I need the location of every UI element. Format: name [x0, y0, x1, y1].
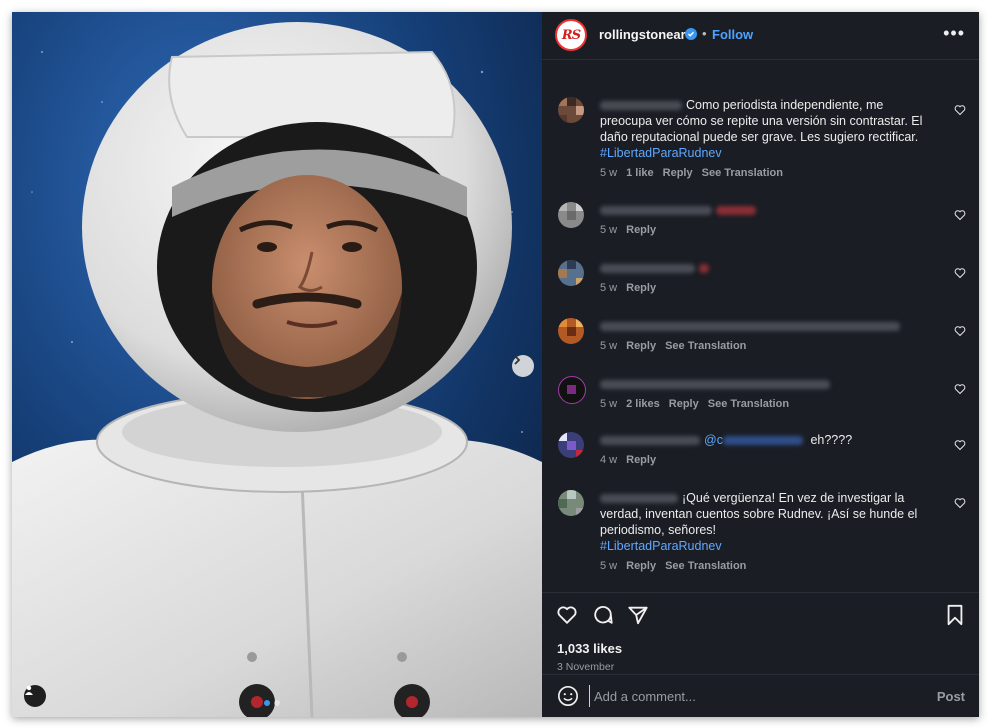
- comment-meta: 5 w Reply: [600, 224, 656, 236]
- post-header: RS rollingstonear • Follow •••: [542, 12, 979, 60]
- commenter-avatar[interactable]: [558, 260, 584, 286]
- carousel-indicator: [264, 700, 280, 706]
- comment-input[interactable]: [589, 685, 914, 707]
- verified-icon: [685, 28, 697, 40]
- separator-dot: •: [702, 26, 707, 41]
- blurred-text: [716, 206, 756, 216]
- see-translation-button[interactable]: See Translation: [665, 340, 746, 352]
- emoji-icon[interactable]: [557, 685, 579, 707]
- tagged-users-button[interactable]: [24, 685, 46, 707]
- reply-button[interactable]: Reply: [626, 224, 656, 236]
- see-translation-button[interactable]: See Translation: [708, 398, 789, 410]
- comment-text-block: [600, 260, 930, 276]
- comment-meta: 5 w Reply: [600, 282, 656, 294]
- comment-like-heart-icon[interactable]: [954, 439, 966, 451]
- comment-meta: 5 w Reply See Translation: [600, 340, 746, 352]
- reply-button[interactable]: Reply: [626, 454, 656, 466]
- carousel-dot: [264, 700, 270, 706]
- commenter-avatar[interactable]: [558, 97, 584, 123]
- post-side-panel: RS rollingstonear • Follow ••• Como peri…: [542, 12, 979, 717]
- heart-icon[interactable]: [556, 604, 578, 626]
- blurred-username: [600, 436, 700, 446]
- comment-time: 4 w: [600, 454, 618, 466]
- blurred-emoji: [699, 264, 709, 274]
- comment-like-heart-icon[interactable]: [954, 497, 966, 509]
- comment-time: 5 w: [600, 282, 618, 294]
- post-modal: RS rollingstonear • Follow ••• Como peri…: [12, 12, 979, 717]
- reply-button[interactable]: Reply: [626, 560, 656, 572]
- comment-icon[interactable]: [592, 604, 614, 626]
- comment-time: 5 w: [600, 398, 618, 410]
- blurred-comment: [600, 322, 900, 332]
- commenter-avatar[interactable]: [558, 376, 586, 404]
- blurred-mention: [722, 436, 803, 446]
- blurred-comment: [600, 380, 830, 390]
- comment-meta: 5 w 2 likes Reply See Translation: [600, 398, 789, 410]
- see-translation-button[interactable]: See Translation: [665, 560, 746, 572]
- post-photo[interactable]: [12, 12, 542, 717]
- comment-time: 5 w: [600, 224, 618, 236]
- post-date: 3 November: [557, 661, 615, 673]
- comment-meta: 4 w Reply: [600, 454, 656, 466]
- next-photo-button[interactable]: [512, 355, 534, 377]
- blurred-username: [600, 494, 678, 504]
- chevron-right-icon: [514, 355, 521, 365]
- reply-button[interactable]: Reply: [626, 282, 656, 294]
- comment-like-heart-icon[interactable]: [954, 325, 966, 337]
- account-avatar[interactable]: RS: [555, 19, 587, 51]
- comment-like-heart-icon[interactable]: [954, 383, 966, 395]
- follow-button[interactable]: Follow: [712, 27, 753, 42]
- reply-button[interactable]: Reply: [669, 398, 699, 410]
- mention-link[interactable]: @c: [704, 433, 723, 447]
- comment-likes[interactable]: 1 like: [626, 167, 654, 179]
- comment-time: 5 w: [600, 340, 618, 352]
- comment-time: 5 w: [600, 560, 618, 572]
- add-comment-bar: Post: [542, 674, 979, 717]
- blurred-username: [600, 264, 695, 274]
- comment-text-block: [600, 376, 930, 392]
- astronaut-illustration: [12, 12, 542, 717]
- comment-time: 5 w: [600, 167, 618, 179]
- more-icon[interactable]: •••: [943, 23, 965, 44]
- comment-meta: 5 w Reply See Translation: [600, 560, 746, 572]
- commenter-avatar[interactable]: [558, 432, 584, 458]
- comment-text-block: ¡Qué vergüenza! En vez de investigar la …: [600, 490, 930, 554]
- avatar-logo-text: RS: [561, 27, 581, 43]
- share-icon[interactable]: [627, 604, 649, 626]
- comment-likes[interactable]: 2 likes: [626, 398, 660, 410]
- see-translation-button[interactable]: See Translation: [702, 167, 783, 179]
- blurred-username: [600, 206, 712, 216]
- comment-meta: 5 w 1 like Reply See Translation: [600, 167, 783, 179]
- commenter-avatar[interactable]: [558, 490, 584, 516]
- carousel-dot: [274, 700, 280, 706]
- comment-like-heart-icon[interactable]: [954, 209, 966, 221]
- commenter-avatar[interactable]: [558, 202, 584, 228]
- reply-button[interactable]: Reply: [663, 167, 693, 179]
- blurred-username: [600, 101, 682, 111]
- comment-text-block: [600, 202, 930, 218]
- comment-text-block: @c eh????: [600, 432, 930, 448]
- comment-text-block: [600, 318, 930, 334]
- bookmark-icon[interactable]: [945, 604, 965, 626]
- comment-text: eh????: [810, 433, 853, 447]
- post-comment-button[interactable]: Post: [937, 689, 965, 704]
- comment-text-block: Como periodista independiente, me preocu…: [600, 97, 930, 161]
- hashtag-link[interactable]: #LibertadParaRudnev: [600, 539, 722, 553]
- likes-count[interactable]: 1,033 likes: [557, 641, 622, 656]
- hashtag-link[interactable]: #LibertadParaRudnev: [600, 146, 722, 160]
- user-tag-icon: [25, 685, 33, 695]
- comments-list: Como periodista independiente, me preocu…: [542, 72, 979, 592]
- account-username[interactable]: rollingstonear: [599, 27, 686, 42]
- comment-like-heart-icon[interactable]: [954, 104, 966, 116]
- commenter-avatar[interactable]: [558, 318, 584, 344]
- reply-button[interactable]: Reply: [626, 340, 656, 352]
- comment-like-heart-icon[interactable]: [954, 267, 966, 279]
